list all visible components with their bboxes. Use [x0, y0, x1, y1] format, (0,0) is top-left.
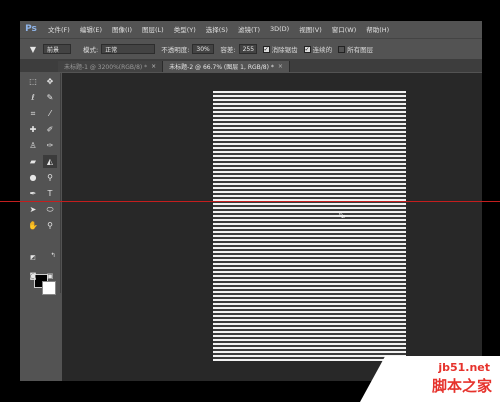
- quick-mask-icon[interactable]: ◙: [26, 269, 40, 282]
- menu-layer[interactable]: 图层(L): [142, 24, 164, 34]
- mode-label: 模式:: [83, 46, 99, 54]
- menu-file[interactable]: 文件(F): [48, 24, 70, 34]
- opacity-field[interactable]: 30%: [192, 44, 215, 54]
- all-layers-label: 所有图层: [347, 46, 374, 54]
- history-brush-icon[interactable]: ✑: [43, 139, 57, 152]
- watermark: jb51.net 脚本之家: [360, 354, 500, 402]
- contiguous-checkbox[interactable]: ✓: [303, 45, 311, 53]
- clone-stamp-icon[interactable]: ♙: [26, 139, 40, 152]
- menu-view[interactable]: 视图(V): [299, 24, 322, 34]
- menu-3d[interactable]: 3D(D): [270, 25, 289, 33]
- ps-logo-icon: Ps: [25, 24, 37, 34]
- lasso-icon[interactable]: ℓ: [26, 91, 40, 104]
- ellipse-icon[interactable]: ⬭: [43, 203, 57, 216]
- swap-colors-icon[interactable]: ↰: [46, 249, 60, 262]
- menu-image[interactable]: 图像(I): [112, 24, 132, 34]
- tolerance-label: 容差:: [220, 46, 236, 54]
- close-icon[interactable]: ×: [278, 63, 283, 70]
- quick-select-icon[interactable]: ✎: [43, 91, 57, 104]
- zoom-icon[interactable]: ⚲: [43, 219, 57, 232]
- eraser-icon[interactable]: ▰: [26, 155, 40, 168]
- menu-help[interactable]: 帮助(H): [366, 24, 389, 34]
- document-tabs: 未标题-1 @ 3200%(RGB/8) * × 未标题-2 @ 66.7% (图…: [20, 59, 482, 72]
- crop-icon[interactable]: ⌗: [26, 107, 40, 120]
- watermark-url: jb51.net: [438, 361, 490, 374]
- menu-filter[interactable]: 滤镜(T): [238, 24, 260, 34]
- document-canvas[interactable]: [213, 91, 406, 361]
- opacity-label: 不透明度:: [161, 46, 190, 54]
- healing-brush-icon[interactable]: ✚: [26, 123, 40, 136]
- close-icon[interactable]: ×: [151, 63, 156, 70]
- dodge-icon[interactable]: ⚲: [43, 171, 57, 184]
- all-layers-checkbox[interactable]: [338, 45, 346, 53]
- watermark-name: 脚本之家: [431, 377, 492, 395]
- menu-edit[interactable]: 编辑(E): [80, 24, 102, 34]
- default-colors-icon[interactable]: ◩: [26, 251, 40, 264]
- menu-window[interactable]: 窗口(W): [332, 24, 357, 34]
- screen-mode-icon[interactable]: ▣: [43, 269, 57, 282]
- tolerance-field[interactable]: 255: [238, 44, 257, 54]
- marquee-icon[interactable]: ⬚: [26, 75, 40, 88]
- hand-icon[interactable]: ✋: [26, 219, 40, 232]
- tab-document-1[interactable]: 未标题-1 @ 3200%(RGB/8) * ×: [58, 61, 164, 72]
- background-color-swatch[interactable]: [42, 281, 56, 295]
- pen-icon[interactable]: ✒: [26, 187, 40, 200]
- type-icon[interactable]: T: [43, 187, 57, 200]
- path-select-icon[interactable]: ➤: [26, 203, 40, 216]
- eyedropper-icon[interactable]: ⁄: [43, 107, 57, 120]
- tab-document-2[interactable]: 未标题-2 @ 66.7% (图层 1, RGB/8) * ×: [163, 61, 290, 72]
- paint-bucket-icon[interactable]: ◭: [43, 155, 57, 168]
- menu-bar: Ps 文件(F) 编辑(E) 图像(I) 图层(L) 类型(Y) 选择(S) 滤…: [20, 21, 482, 37]
- fill-source-select[interactable]: 前景: [43, 44, 71, 54]
- move-icon[interactable]: ✥: [43, 75, 57, 88]
- antialias-label: 消除锯齿: [271, 46, 298, 54]
- horizontal-guide[interactable]: [0, 201, 500, 202]
- paint-bucket-icon[interactable]: ▼: [26, 43, 40, 56]
- brush-icon[interactable]: ✐: [43, 123, 57, 136]
- contiguous-label: 连续的: [312, 46, 333, 54]
- options-bar: ▼ 前景 模式: 正常 不透明度: 30% 容差: 255 ✓ 消除锯齿 ✓ 连…: [20, 38, 482, 60]
- tools-panel: ⬚ ✥ ℓ ✎ ⌗ ⁄ ✚ ✐ ♙ ✑ ▰ ◭ ● ⚲ ✒ T ➤ ⬭ ✋ ⚲ …: [24, 73, 61, 295]
- menu-type[interactable]: 类型(Y): [174, 24, 196, 34]
- antialias-checkbox[interactable]: ✓: [262, 45, 270, 53]
- mode-select[interactable]: 正常: [101, 44, 156, 54]
- blur-icon[interactable]: ●: [26, 171, 40, 184]
- paint-bucket-cursor-icon: ⬂: [338, 211, 346, 221]
- menu-select[interactable]: 选择(S): [206, 24, 228, 34]
